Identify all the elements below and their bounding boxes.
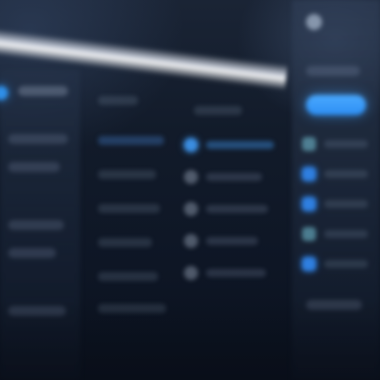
- panel-heading: [306, 66, 360, 76]
- row-label: [206, 269, 266, 277]
- row-label: [324, 200, 368, 208]
- list-item[interactable]: [98, 238, 152, 247]
- panel-row[interactable]: [302, 196, 372, 212]
- square-icon: [302, 227, 316, 241]
- list-row[interactable]: [184, 232, 276, 252]
- list-item[interactable]: [98, 170, 156, 179]
- column-header: [98, 96, 138, 105]
- row-label: [206, 141, 274, 149]
- circle-icon: [184, 170, 198, 184]
- row-label: [324, 230, 368, 238]
- list-item[interactable]: [98, 204, 160, 213]
- row-label: [206, 173, 262, 181]
- panel-row[interactable]: [302, 136, 372, 152]
- circle-icon: [184, 234, 198, 248]
- primary-action-button[interactable]: [306, 95, 366, 115]
- row-label: [206, 237, 258, 245]
- list-row[interactable]: [184, 136, 276, 156]
- square-icon: [302, 167, 316, 181]
- sidebar-item[interactable]: [8, 162, 60, 172]
- list-row[interactable]: [184, 168, 276, 188]
- square-icon: [302, 257, 316, 271]
- square-icon: [302, 137, 316, 151]
- list-item[interactable]: [98, 136, 164, 145]
- circle-icon: [184, 138, 198, 152]
- square-icon: [302, 197, 316, 211]
- row-label: [324, 260, 368, 268]
- sidebar-item-active[interactable]: [18, 86, 68, 96]
- column-header: [194, 106, 242, 115]
- sidebar-item[interactable]: [8, 248, 56, 258]
- sidebar-active-icon[interactable]: [0, 86, 8, 100]
- list-item[interactable]: [98, 272, 158, 281]
- sidebar-item[interactable]: [8, 220, 64, 230]
- row-label: [324, 170, 368, 178]
- circle-icon: [184, 266, 198, 280]
- bottom-vignette: [0, 300, 380, 380]
- avatar-icon[interactable]: [306, 14, 322, 30]
- row-label: [206, 205, 268, 213]
- list-row[interactable]: [184, 200, 276, 220]
- panel-row[interactable]: [302, 226, 372, 242]
- circle-icon: [184, 202, 198, 216]
- list-row[interactable]: [184, 264, 276, 284]
- sidebar-item[interactable]: [8, 134, 68, 144]
- panel-row[interactable]: [302, 256, 372, 272]
- row-label: [324, 140, 368, 148]
- panel-row[interactable]: [302, 166, 372, 182]
- app-screen: [0, 0, 380, 380]
